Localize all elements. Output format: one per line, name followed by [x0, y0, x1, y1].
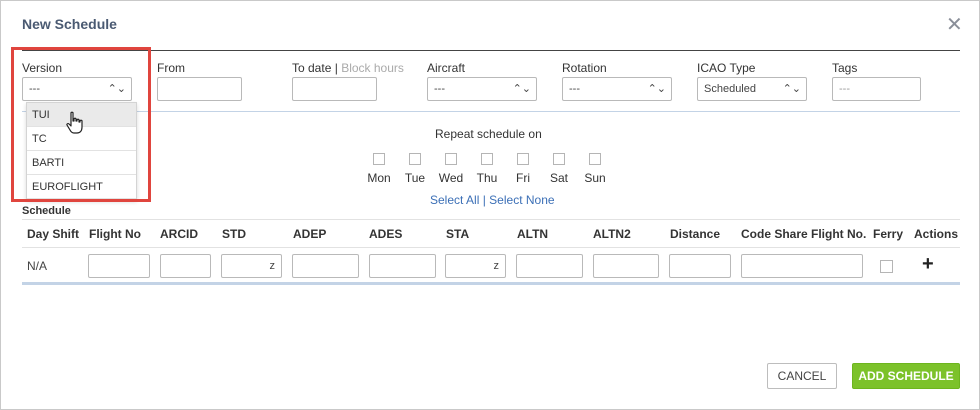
from-date-input[interactable]	[157, 77, 242, 101]
code-share-input[interactable]	[741, 254, 863, 278]
std-input[interactable]: z	[221, 254, 282, 278]
day-tue[interactable]: Tue	[400, 153, 430, 185]
select-none-link[interactable]: Select None	[489, 193, 554, 207]
distance-input[interactable]	[669, 254, 731, 278]
chevron-updown-icon: ⌃⌄	[107, 83, 126, 95]
col-adep: ADEP	[293, 227, 327, 241]
add-schedule-button[interactable]: ADD SCHEDULE	[852, 363, 960, 389]
day-label: Mon	[367, 171, 391, 185]
tags-placeholder: ---	[839, 83, 850, 95]
sta-input[interactable]: z	[445, 254, 506, 278]
tags-input[interactable]: ---	[832, 77, 921, 101]
rotation-label: Rotation	[562, 61, 607, 75]
col-std: STD	[222, 227, 246, 241]
to-date-separator: |	[334, 61, 338, 75]
col-ades: ADES	[369, 227, 403, 241]
table-bottom-border	[22, 282, 960, 285]
select-all-link[interactable]: Select All	[430, 193, 479, 207]
table-header-border	[22, 247, 960, 248]
tags-label: Tags	[832, 61, 858, 75]
plus-icon[interactable]: +	[922, 253, 934, 275]
select-links: Select All | Select None	[430, 193, 555, 207]
day-checkbox[interactable]	[409, 153, 421, 165]
icao-type-select-value: Scheduled	[704, 83, 756, 95]
day-sat[interactable]: Sat	[544, 153, 574, 185]
rotation-select[interactable]: --- ⌃⌄	[562, 77, 672, 101]
icao-type-label: ICAO Type	[697, 61, 756, 75]
ades-input[interactable]	[369, 254, 436, 278]
day-label: Tue	[404, 171, 426, 185]
version-label: Version	[22, 61, 63, 75]
aircraft-label: Aircraft	[427, 61, 466, 75]
cancel-button[interactable]: CANCEL	[767, 363, 837, 389]
hand-cursor-icon	[66, 111, 83, 134]
table-top-border	[22, 219, 960, 220]
day-label: Sun	[584, 171, 606, 185]
dropdown-option-euroflight[interactable]: EUROFLIGHT	[27, 175, 136, 199]
chevron-updown-icon: ⌃⌄	[647, 83, 666, 95]
day-checkbox[interactable]	[481, 153, 493, 165]
version-select-value: ---	[29, 83, 40, 95]
chevron-updown-icon: ⌃⌄	[782, 83, 801, 95]
col-ferry: Ferry	[873, 227, 904, 241]
dialog-title: New Schedule	[22, 16, 117, 32]
rotation-select-value: ---	[569, 83, 580, 95]
day-shift-value: N/A	[27, 259, 48, 273]
day-label: Sat	[549, 171, 568, 185]
day-checkbox[interactable]	[589, 153, 601, 165]
col-code-share: Code Share Flight No.	[741, 227, 867, 241]
new-schedule-dialog: New Schedule ✕ Version From To date | Bl…	[0, 0, 980, 410]
sta-zulu-suffix: z	[493, 260, 500, 272]
chevron-updown-icon: ⌃⌄	[512, 83, 531, 95]
dropdown-option-barti[interactable]: BARTI	[27, 151, 136, 175]
col-altn2: ALTN2	[593, 227, 631, 241]
std-zulu-suffix: z	[269, 260, 276, 272]
flight-no-input[interactable]	[88, 254, 150, 278]
col-day-shift: Day Shift	[27, 227, 80, 241]
fields-divider	[22, 111, 960, 112]
day-label: Wed	[438, 171, 464, 185]
altn2-input[interactable]	[593, 254, 659, 278]
col-altn: ALTN	[517, 227, 549, 241]
icao-type-select[interactable]: Scheduled ⌃⌄	[697, 77, 807, 101]
day-label: Thu	[476, 171, 498, 185]
to-date-input[interactable]	[292, 77, 377, 101]
day-checkbox[interactable]	[445, 153, 457, 165]
to-date-label: To date | Block hours	[292, 61, 404, 75]
col-distance: Distance	[670, 227, 721, 241]
from-label: From	[157, 61, 185, 75]
altn-input[interactable]	[516, 254, 583, 278]
version-select[interactable]: --- ⌃⌄	[22, 77, 132, 101]
col-flight-no: Flight No	[89, 227, 141, 241]
day-checkbox[interactable]	[373, 153, 385, 165]
day-mon[interactable]: Mon	[364, 153, 394, 185]
ferry-checkbox[interactable]	[880, 260, 893, 273]
repeat-schedule-title: Repeat schedule on	[435, 127, 542, 141]
col-sta: STA	[446, 227, 470, 241]
select-links-separator: |	[482, 193, 486, 207]
col-arcid: ARCID	[160, 227, 198, 241]
header-divider	[22, 50, 960, 51]
day-checkbox[interactable]	[553, 153, 565, 165]
day-checkbox[interactable]	[517, 153, 529, 165]
day-fri[interactable]: Fri	[508, 153, 538, 185]
adep-input[interactable]	[292, 254, 359, 278]
col-actions: Actions	[914, 227, 959, 241]
aircraft-select-value: ---	[434, 83, 445, 95]
day-thu[interactable]: Thu	[472, 153, 502, 185]
arcid-input[interactable]	[160, 254, 211, 278]
to-date-text: To date	[292, 61, 332, 75]
aircraft-select[interactable]: --- ⌃⌄	[427, 77, 537, 101]
schedule-section-label: Schedule	[22, 205, 71, 217]
day-sun[interactable]: Sun	[580, 153, 610, 185]
close-icon[interactable]: ✕	[946, 15, 963, 35]
block-hours-link[interactable]: Block hours	[341, 61, 404, 75]
day-label: Fri	[516, 171, 530, 185]
day-wed[interactable]: Wed	[436, 153, 466, 185]
